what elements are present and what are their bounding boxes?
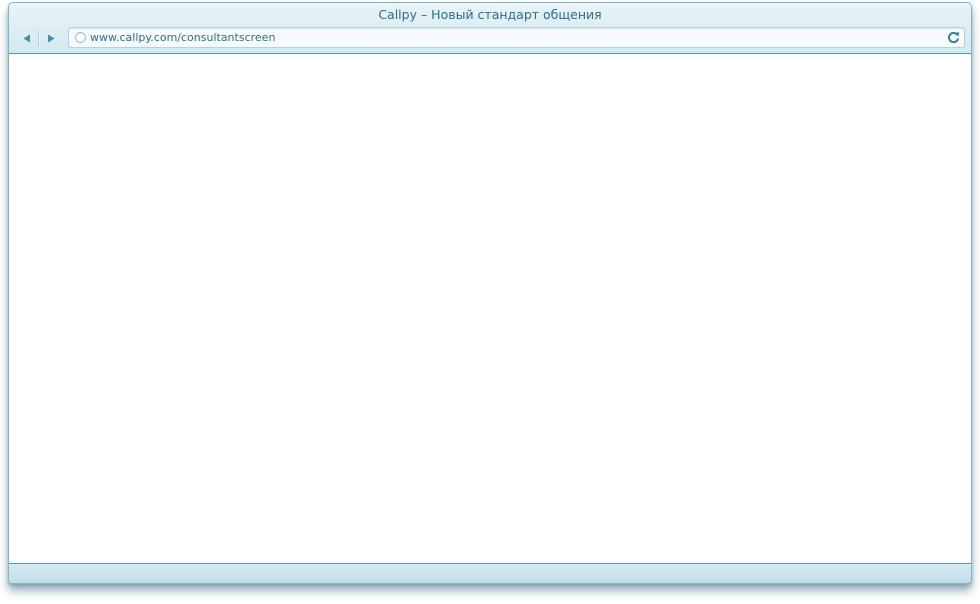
- browser-toolbar: Callpy – Новый стандарт общения www.call…: [9, 3, 971, 54]
- page-content: [9, 54, 971, 563]
- back-arrow-icon: [23, 34, 30, 42]
- status-bar: [9, 563, 971, 583]
- browser-window: Callpy – Новый стандарт общения www.call…: [8, 2, 972, 584]
- forward-arrow-icon: [48, 34, 55, 42]
- address-bar[interactable]: www.callpy.com/consultantscreen: [68, 27, 965, 48]
- back-button[interactable]: [16, 29, 38, 47]
- nav-separator: [38, 30, 39, 46]
- reload-icon[interactable]: [947, 31, 960, 44]
- site-status-icon: [75, 32, 86, 43]
- forward-button[interactable]: [40, 29, 62, 47]
- window-title: Callpy – Новый стандарт общения: [378, 7, 602, 22]
- url-text[interactable]: www.callpy.com/consultantscreen: [90, 31, 275, 45]
